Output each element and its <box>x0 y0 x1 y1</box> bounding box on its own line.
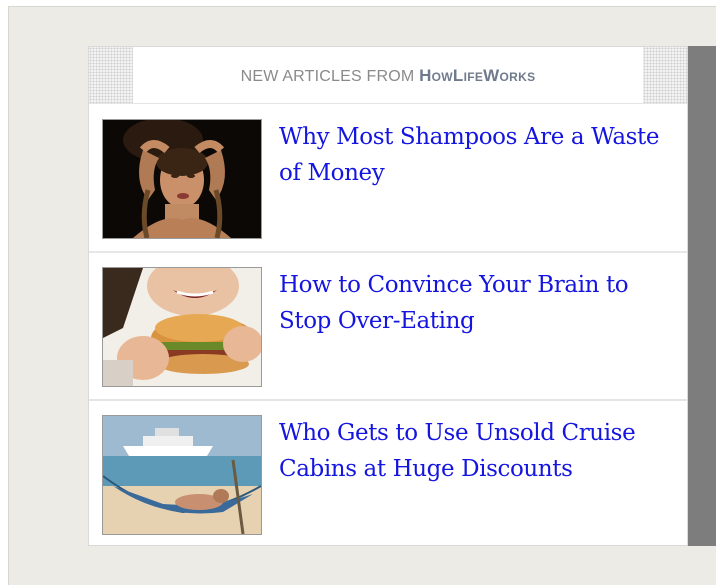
article-link[interactable]: Who Gets to Use Unsold Cruise Cabins at … <box>279 415 679 487</box>
article-thumbnail[interactable] <box>102 415 262 535</box>
article-thumbnail[interactable] <box>102 119 262 239</box>
burger-eating-photo-icon <box>103 268 261 386</box>
article-item[interactable]: How to Convince Your Brain to Stop Over-… <box>89 253 687 399</box>
widget-header: NEW ARTICLES FROM HowLifeWorks <box>89 47 687 104</box>
articles-widget: NEW ARTICLES FROM HowLifeWorks Why Most … <box>88 46 688 546</box>
widget-title: NEW ARTICLES FROM HowLifeWorks <box>133 47 643 103</box>
header-dots-left <box>89 47 133 103</box>
woman-hair-photo-icon <box>103 120 261 238</box>
header-dots-right <box>643 47 687 103</box>
article-item[interactable]: Who Gets to Use Unsold Cruise Cabins at … <box>89 401 687 545</box>
article-thumbnail[interactable] <box>102 267 262 387</box>
cruise-hammock-photo-icon <box>103 416 261 534</box>
article-link[interactable]: Why Most Shampoos Are a Waste of Money <box>279 119 679 191</box>
article-link[interactable]: How to Convince Your Brain to Stop Over-… <box>279 267 679 339</box>
widget-shadow-bar <box>688 46 716 546</box>
widget-title-prefix: NEW ARTICLES FROM <box>240 68 420 85</box>
brand-name[interactable]: HowLifeWorks <box>419 66 535 85</box>
article-item[interactable]: Why Most Shampoos Are a Waste of Money <box>89 105 687 251</box>
